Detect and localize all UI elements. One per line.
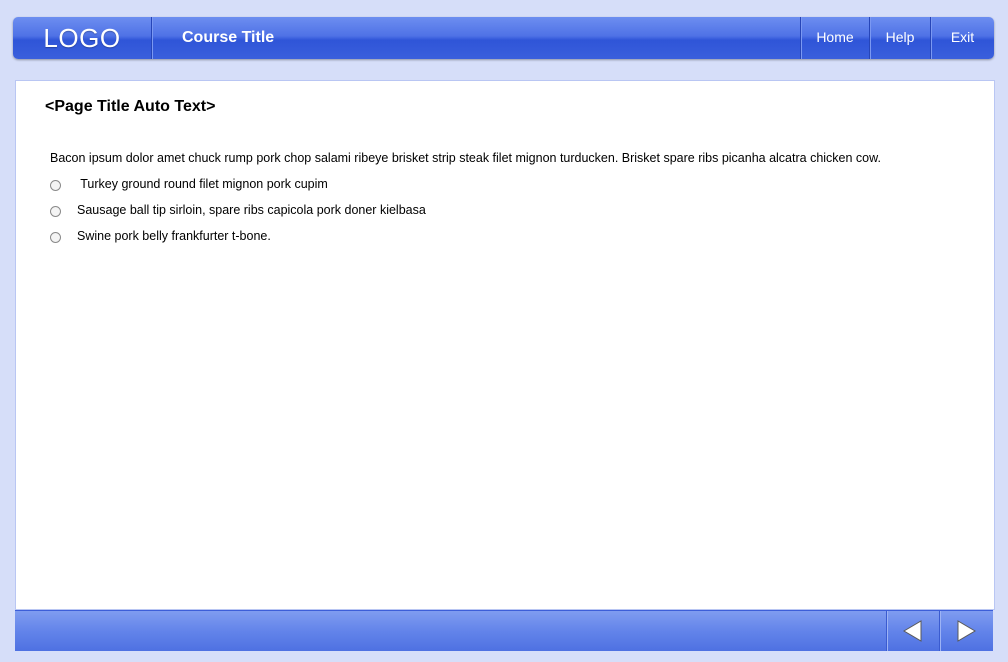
back-button[interactable] <box>887 611 939 651</box>
answer-option-label: Sausage ball tip sirloin, spare ribs cap… <box>77 203 426 217</box>
content-panel: <Page Title Auto Text> Bacon ipsum dolor… <box>15 80 995 610</box>
triangle-left-icon <box>903 620 922 642</box>
page-title: <Page Title Auto Text> <box>45 98 216 115</box>
radio-button[interactable] <box>50 205 61 217</box>
next-button[interactable] <box>940 611 992 651</box>
answer-option-label: Turkey ground round filet mignon pork cu… <box>77 177 328 191</box>
question-text: Bacon ipsum dolor amet chuck rump pork c… <box>50 151 881 165</box>
header-bar: LOGO Course Title Home Help Exit <box>13 17 994 59</box>
header-divider <box>151 17 152 59</box>
footer-bar <box>15 610 993 651</box>
course-title: Course Title <box>182 29 275 46</box>
answer-option-1[interactable]: Turkey ground round filet mignon pork cu… <box>50 177 328 191</box>
logo: LOGO <box>43 23 121 53</box>
radio-button[interactable] <box>50 231 61 243</box>
exit-button[interactable]: Exit <box>931 17 994 59</box>
course-player: LOGO Course Title Home Help Exit <Page T… <box>0 0 1008 662</box>
radio-button[interactable] <box>50 179 61 191</box>
answer-option-2[interactable]: Sausage ball tip sirloin, spare ribs cap… <box>50 203 426 217</box>
answer-option-3[interactable]: Swine pork belly frankfurter t-bone. <box>50 229 271 243</box>
triangle-right-icon <box>957 620 976 642</box>
answer-option-label: Swine pork belly frankfurter t-bone. <box>77 229 271 243</box>
help-button[interactable]: Help <box>870 17 930 59</box>
home-button[interactable]: Home <box>801 17 869 59</box>
